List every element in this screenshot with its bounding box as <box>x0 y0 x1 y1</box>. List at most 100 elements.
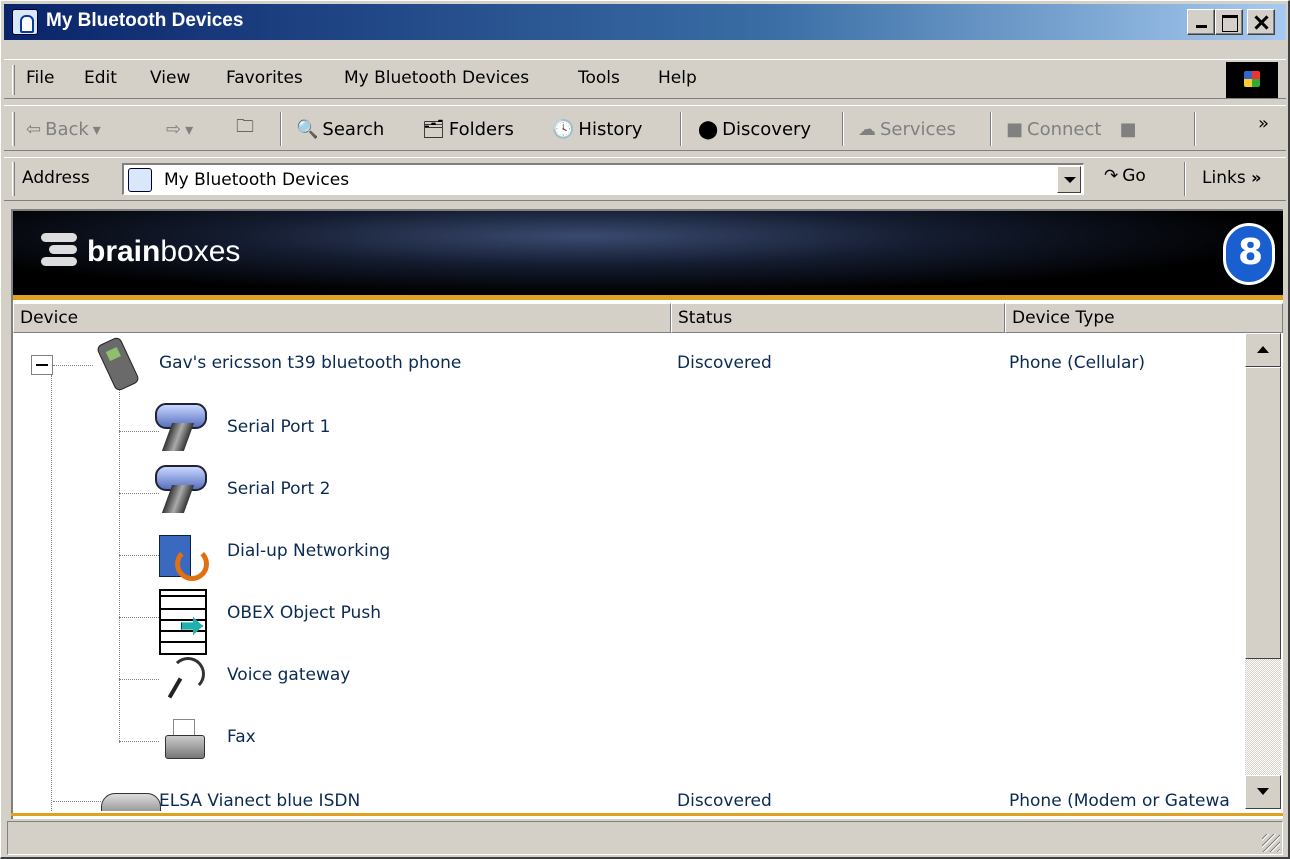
column-header-status[interactable]: Status <box>671 303 1005 333</box>
toolbar-separator <box>990 112 992 146</box>
history-button[interactable]: 🕓 History <box>552 114 642 144</box>
tree-line <box>119 679 159 680</box>
scroll-up-button[interactable] <box>1245 333 1281 367</box>
menu-view[interactable]: View <box>150 68 190 88</box>
menu-file[interactable]: File <box>26 68 54 88</box>
services-icon: ☁ <box>858 118 876 140</box>
service-name: OBEX Object Push <box>227 603 381 623</box>
service-row[interactable]: OBEX Object Push <box>13 583 1243 655</box>
mobile-phone-icon <box>95 335 141 393</box>
connect-label: Connect <box>1027 118 1102 140</box>
device-name: Gav's ericsson t39 bluetooth phone <box>159 353 462 373</box>
menu-help[interactable]: Help <box>658 68 697 88</box>
column-header-device-type[interactable]: Device Type <box>1005 303 1283 333</box>
service-row[interactable]: Dial-up Networking <box>13 521 1243 583</box>
service-row[interactable]: Serial Port 1 <box>13 397 1243 459</box>
address-bar-grip[interactable] <box>12 162 15 196</box>
tree-line <box>53 365 93 366</box>
menu-my-bluetooth-devices[interactable]: My Bluetooth Devices <box>344 68 529 88</box>
services-label: Services <box>880 118 956 140</box>
column-header-device[interactable]: Device <box>13 303 671 333</box>
toolbar-overflow-chevron-icon[interactable]: » <box>1258 108 1269 138</box>
services-button[interactable]: ☁ Services <box>858 114 956 144</box>
bottom-divider <box>11 813 1283 816</box>
menu-tools[interactable]: Tools <box>578 68 620 88</box>
title-bar[interactable]: My Bluetooth Devices <box>4 4 1286 40</box>
bluetooth-folder-icon <box>12 9 38 35</box>
connect-icon: ■ <box>1006 118 1024 140</box>
up-folder-button[interactable]: 🗀 <box>236 114 254 144</box>
device-name: ELSA Vianect blue ISDN <box>159 791 361 811</box>
go-button[interactable]: ↷ Go <box>1104 166 1146 186</box>
menu-bar-grip[interactable] <box>12 65 15 95</box>
status-bar <box>7 821 1283 855</box>
explorer-window: My Bluetooth Devices File Edit View Favo… <box>0 0 1290 859</box>
tree-line <box>119 555 159 556</box>
modem-icon <box>101 793 161 811</box>
forward-dropdown-icon[interactable]: ▾ <box>185 120 193 139</box>
search-button[interactable]: 🔍 Search <box>296 114 384 144</box>
bluetooth-folder-icon <box>128 168 152 192</box>
device-row[interactable]: Gav's ericsson t39 bluetooth phone Disco… <box>13 333 1243 395</box>
search-icon: 🔍 <box>296 118 319 140</box>
windows-logo-icon <box>1226 62 1278 98</box>
address-dropdown-button[interactable] <box>1057 166 1081 193</box>
back-button[interactable]: ⇦ Back ▾ <box>26 114 101 144</box>
service-name: Voice gateway <box>227 665 351 685</box>
folders-label: Folders <box>448 118 514 140</box>
toolbar-separator <box>680 112 682 146</box>
close-button[interactable] <box>1247 9 1275 35</box>
discovery-button[interactable]: ⬤ Discovery <box>698 114 811 144</box>
fax-icon <box>163 719 207 763</box>
collapse-toggle-icon[interactable] <box>31 355 53 375</box>
scroll-down-button[interactable] <box>1245 775 1281 809</box>
connect-button[interactable]: ■ Connect ■ <box>1006 114 1136 144</box>
banner-divider <box>13 295 1283 300</box>
service-row[interactable]: Fax <box>13 707 1243 769</box>
scroll-thumb[interactable] <box>1245 367 1281 659</box>
service-row[interactable]: Voice gateway <box>13 645 1243 707</box>
brainboxes-logo-icon <box>1223 223 1275 285</box>
menu-favorites[interactable]: Favorites <box>226 68 303 88</box>
links-label: Links <box>1202 168 1246 188</box>
folders-button[interactable]: 🗂 Folders <box>422 114 514 144</box>
brainboxes-banner: brainboxes <box>13 211 1283 295</box>
brainboxes-mark-icon <box>41 229 81 269</box>
maximize-button[interactable] <box>1215 9 1243 35</box>
links-button[interactable]: Links » <box>1202 168 1261 188</box>
device-type: Phone (Modem or Gatewa <box>1009 791 1230 811</box>
minimize-button[interactable] <box>1187 9 1215 35</box>
up-folder-icon: 🗀 <box>236 116 254 137</box>
device-type: Phone (Cellular) <box>1009 353 1146 373</box>
device-row[interactable]: ELSA Vianect blue ISDN Discovered Phone … <box>13 767 1243 811</box>
disconnect-icon[interactable]: ■ <box>1119 119 1136 140</box>
address-input[interactable]: My Bluetooth Devices <box>122 163 1084 195</box>
menu-bar: File Edit View Favorites My Bluetooth De… <box>4 59 1286 99</box>
device-tree: Gav's ericsson t39 bluetooth phone Disco… <box>13 333 1243 811</box>
forward-button[interactable]: ⇨ ▾ <box>166 114 193 144</box>
discovery-label: Discovery <box>722 118 812 140</box>
resize-grip-icon[interactable] <box>1262 834 1280 852</box>
brand-name: brainboxes <box>87 235 241 268</box>
vertical-scrollbar[interactable] <box>1245 333 1281 809</box>
search-label: Search <box>322 118 385 140</box>
device-status: Discovered <box>677 791 772 811</box>
device-view: brainboxes Device Status Device Type Gav… <box>11 209 1283 819</box>
standard-toolbar: ⇦ Back ▾ ⇨ ▾ 🗀 🔍 Search 🗂 Folders 🕓 Hist… <box>4 105 1286 151</box>
dialup-networking-icon <box>155 525 209 581</box>
address-label: Address <box>22 168 90 188</box>
service-row[interactable]: Serial Port 2 <box>13 459 1243 521</box>
tree-line <box>119 617 159 618</box>
toolbar-grip[interactable] <box>12 112 15 146</box>
serial-port-icon <box>153 403 207 453</box>
obex-push-icon <box>157 587 207 655</box>
back-dropdown-icon[interactable]: ▾ <box>93 120 101 139</box>
headset-icon <box>163 653 205 701</box>
forward-arrow-icon: ⇨ <box>166 118 182 140</box>
service-name: Dial-up Networking <box>227 541 391 561</box>
links-chevron-icon: » <box>1251 168 1262 187</box>
address-bar: Address My Bluetooth Devices ↷ Go Links … <box>4 157 1286 201</box>
menu-edit[interactable]: Edit <box>84 68 117 88</box>
folders-icon: 🗂 <box>422 118 445 140</box>
toolbar-separator <box>1194 112 1196 146</box>
